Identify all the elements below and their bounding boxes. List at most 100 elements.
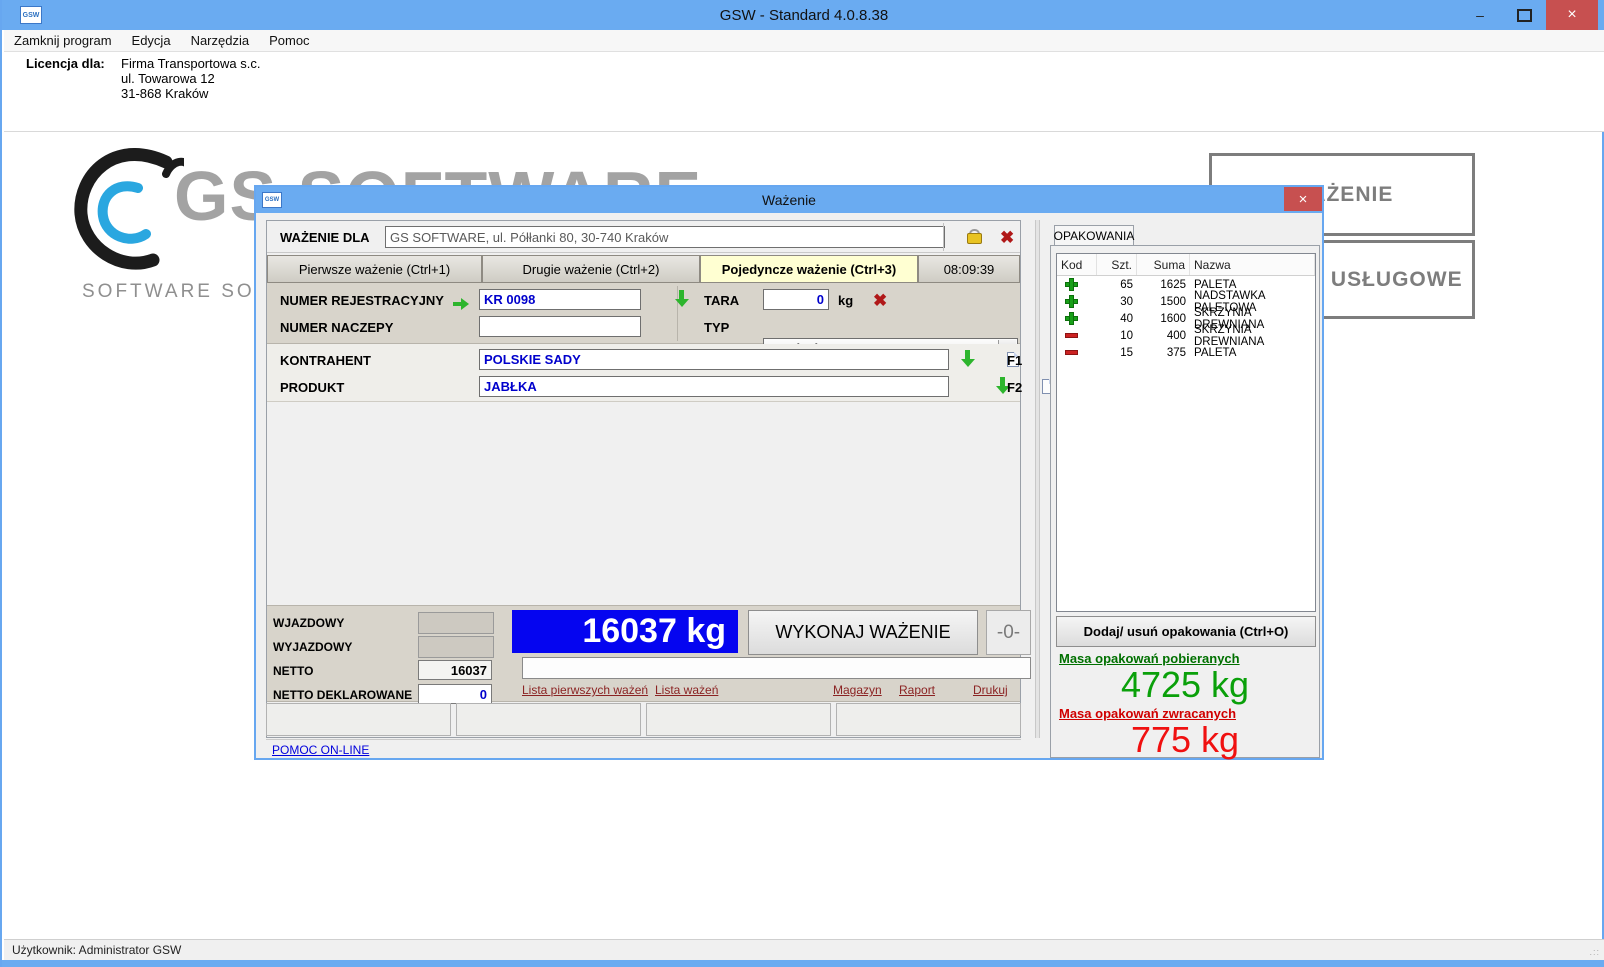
kontrahent-fkey: F1 xyxy=(1007,353,1022,368)
tab-pojedyncze-wazenie[interactable]: Pojedyncze ważenie (Ctrl+3) xyxy=(700,255,918,283)
drukuj-link[interactable]: Drukuj xyxy=(973,683,1008,697)
column-suma: Suma xyxy=(1137,254,1190,275)
tara-input[interactable] xyxy=(763,289,829,310)
netto-field: 16037 xyxy=(418,660,492,680)
produkt-input[interactable] xyxy=(479,376,949,397)
wyjazdowy-field xyxy=(418,636,494,658)
wjazdowy-field xyxy=(418,612,494,634)
weight-display: 16037 kg xyxy=(512,610,738,653)
divider xyxy=(266,739,1021,740)
minus-icon xyxy=(1065,333,1078,338)
numer-rejestracyjny-dropdown-icon[interactable] xyxy=(675,290,689,307)
license-lines: Firma Transportowa s.c. ul. Towarowa 12 … xyxy=(121,56,260,101)
license-line-2: ul. Towarowa 12 xyxy=(121,71,215,86)
empty-function-box[interactable] xyxy=(456,703,641,736)
license-line-3: 31-868 Kraków xyxy=(121,86,208,101)
window-bottom-border xyxy=(2,960,1604,967)
plus-icon xyxy=(1065,295,1078,308)
masa-zwracanych-value: 775 kg xyxy=(1051,719,1319,761)
vehicle-section: NUMER REJESTRACYJNY TARA kg ✖ NUMER NACZ… xyxy=(267,283,1020,344)
netto-label: NETTO xyxy=(273,664,313,678)
license-line-1: Firma Transportowa s.c. xyxy=(121,56,260,71)
wazenie-dla-input[interactable] xyxy=(385,226,945,248)
main-window: GSW GSW - Standard 4.0.8.38 – × Zamknij … xyxy=(0,0,1604,967)
status-user: Użytkownik: Administrator GSW xyxy=(12,943,181,957)
plus-icon xyxy=(1065,278,1078,291)
menu-bar: Zamknij program Edycja Narzędzia Pomoc xyxy=(4,30,1604,52)
window-title: GSW - Standard 4.0.8.38 xyxy=(2,7,1604,24)
weighing-tabs: Pierwsze ważenie (Ctrl+1) Drugie ważenie… xyxy=(267,255,1020,283)
kontrahent-label: KONTRAHENT xyxy=(280,353,371,368)
resize-grip-icon[interactable]: .:: xyxy=(1589,947,1600,957)
opakowania-panel: Kod Szt. Suma Nazwa 65 1625 PALETA 30 15… xyxy=(1050,245,1320,758)
produkt-label: PRODUKT xyxy=(280,380,344,395)
opakowania-header: Kod Szt. Suma Nazwa xyxy=(1057,254,1315,276)
kontrahent-dropdown-icon[interactable] xyxy=(961,350,975,367)
tab-pierwsze-wazenie[interactable]: Pierwsze ważenie (Ctrl+1) xyxy=(267,255,482,283)
menu-item-edycja[interactable]: Edycja xyxy=(122,31,181,50)
tara-unit: kg xyxy=(838,293,853,308)
wazenie-dialog: GSW Ważenie × WAŻENIE DLA ✖ Pierwsze waż… xyxy=(254,185,1324,760)
lista-wazen-link[interactable]: Lista ważeń xyxy=(655,683,718,697)
masa-pobieranych-value: 4725 kg xyxy=(1051,664,1319,706)
numer-rejestracyjny-label: NUMER REJESTRACYJNY xyxy=(280,293,444,308)
arrow-right-icon xyxy=(453,298,469,310)
table-row[interactable]: 10 400 SKRZYNIA DREWNIANA xyxy=(1057,327,1315,344)
magazyn-link[interactable]: Magazyn xyxy=(833,683,882,697)
produkt-fkey: F2 xyxy=(1007,380,1022,395)
clock: 08:09:39 xyxy=(918,255,1020,283)
panel-splitter[interactable] xyxy=(1035,220,1040,738)
empty-function-box[interactable] xyxy=(646,703,831,736)
menu-item-zamknij-program[interactable]: Zamknij program xyxy=(4,31,122,50)
weighing-form-panel: WAŻENIE DLA ✖ Pierwsze ważenie (Ctrl+1) … xyxy=(266,220,1021,738)
maximize-icon xyxy=(1517,9,1532,22)
empty-function-box[interactable] xyxy=(836,703,1021,736)
license-separator xyxy=(4,131,1604,132)
numer-naczepy-input[interactable] xyxy=(479,316,641,337)
column-szt: Szt. xyxy=(1097,254,1137,275)
dodaj-usun-opakowania-button[interactable]: Dodaj/ usuń opakowania (Ctrl+O) xyxy=(1056,616,1316,647)
maximize-button[interactable] xyxy=(1502,0,1546,30)
tab-drugie-wazenie[interactable]: Drugie ważenie (Ctrl+2) xyxy=(482,255,700,283)
close-button[interactable]: × xyxy=(1546,0,1598,30)
wazenie-dla-label: WAŻENIE DLA xyxy=(280,230,370,245)
netto-deklarowane-label: NETTO DEKLAROWANE xyxy=(273,688,412,702)
raport-link[interactable]: Raport xyxy=(899,683,935,697)
function-boxes-row xyxy=(266,703,1021,736)
dialog-close-button[interactable]: × xyxy=(1284,187,1322,211)
column-kod: Kod xyxy=(1057,254,1097,275)
wykonaj-wazenie-button[interactable]: WYKONAJ WAŻENIE xyxy=(748,610,978,655)
tab-opakowania[interactable]: OPAKOWANIA xyxy=(1054,225,1134,246)
dialog-title-bar: GSW Ważenie × xyxy=(256,187,1322,213)
empty-function-box[interactable] xyxy=(266,703,451,736)
gs-logo-icon xyxy=(74,148,184,278)
title-bar: GSW GSW - Standard 4.0.8.38 – × xyxy=(2,0,1604,30)
clear-wazenie-dla-icon[interactable]: ✖ xyxy=(1000,229,1014,246)
wjazdowy-label: WJAZDOWY xyxy=(273,616,344,630)
tara-label: TARA xyxy=(704,293,739,308)
zero-scale-button[interactable]: -0- xyxy=(986,610,1031,655)
comment-field[interactable] xyxy=(522,657,1031,679)
table-row[interactable]: 15 375 PALETA xyxy=(1057,344,1315,361)
contractor-product-section: KONTRAHENT F1 PRODUKT F2 xyxy=(267,344,1020,402)
license-panel: Licencja dla: Firma Transportowa s.c. ul… xyxy=(4,52,1604,132)
license-label: Licencja dla: xyxy=(26,56,105,71)
wazenie-dla-row: WAŻENIE DLA ✖ xyxy=(267,221,1020,253)
minus-icon xyxy=(1065,350,1078,355)
wyjazdowy-label: WYJAZDOWY xyxy=(273,640,352,654)
lock-icon[interactable] xyxy=(967,229,980,244)
kontrahent-input[interactable] xyxy=(479,349,949,370)
menu-item-narzedzia[interactable]: Narzędzia xyxy=(181,31,260,50)
numer-rejestracyjny-input[interactable] xyxy=(479,289,641,310)
weights-section: WJAZDOWY WYJAZDOWY NETTO NETTO DEKLAROWA… xyxy=(267,605,1020,702)
minimize-button[interactable]: – xyxy=(1458,0,1502,30)
pomoc-online-link[interactable]: POMOC ON-LINE xyxy=(272,743,369,757)
netto-deklarowane-input[interactable]: 0 xyxy=(418,684,492,704)
menu-item-pomoc[interactable]: Pomoc xyxy=(259,31,319,50)
dialog-title: Ważenie xyxy=(256,192,1322,208)
opakowania-list: Kod Szt. Suma Nazwa 65 1625 PALETA 30 15… xyxy=(1056,253,1316,612)
typ-label: TYP xyxy=(704,320,729,335)
lista-pierwszych-wazen-link[interactable]: Lista pierwszych ważeń xyxy=(522,683,648,697)
clear-tara-icon[interactable]: ✖ xyxy=(873,292,887,309)
plus-icon xyxy=(1065,312,1078,325)
